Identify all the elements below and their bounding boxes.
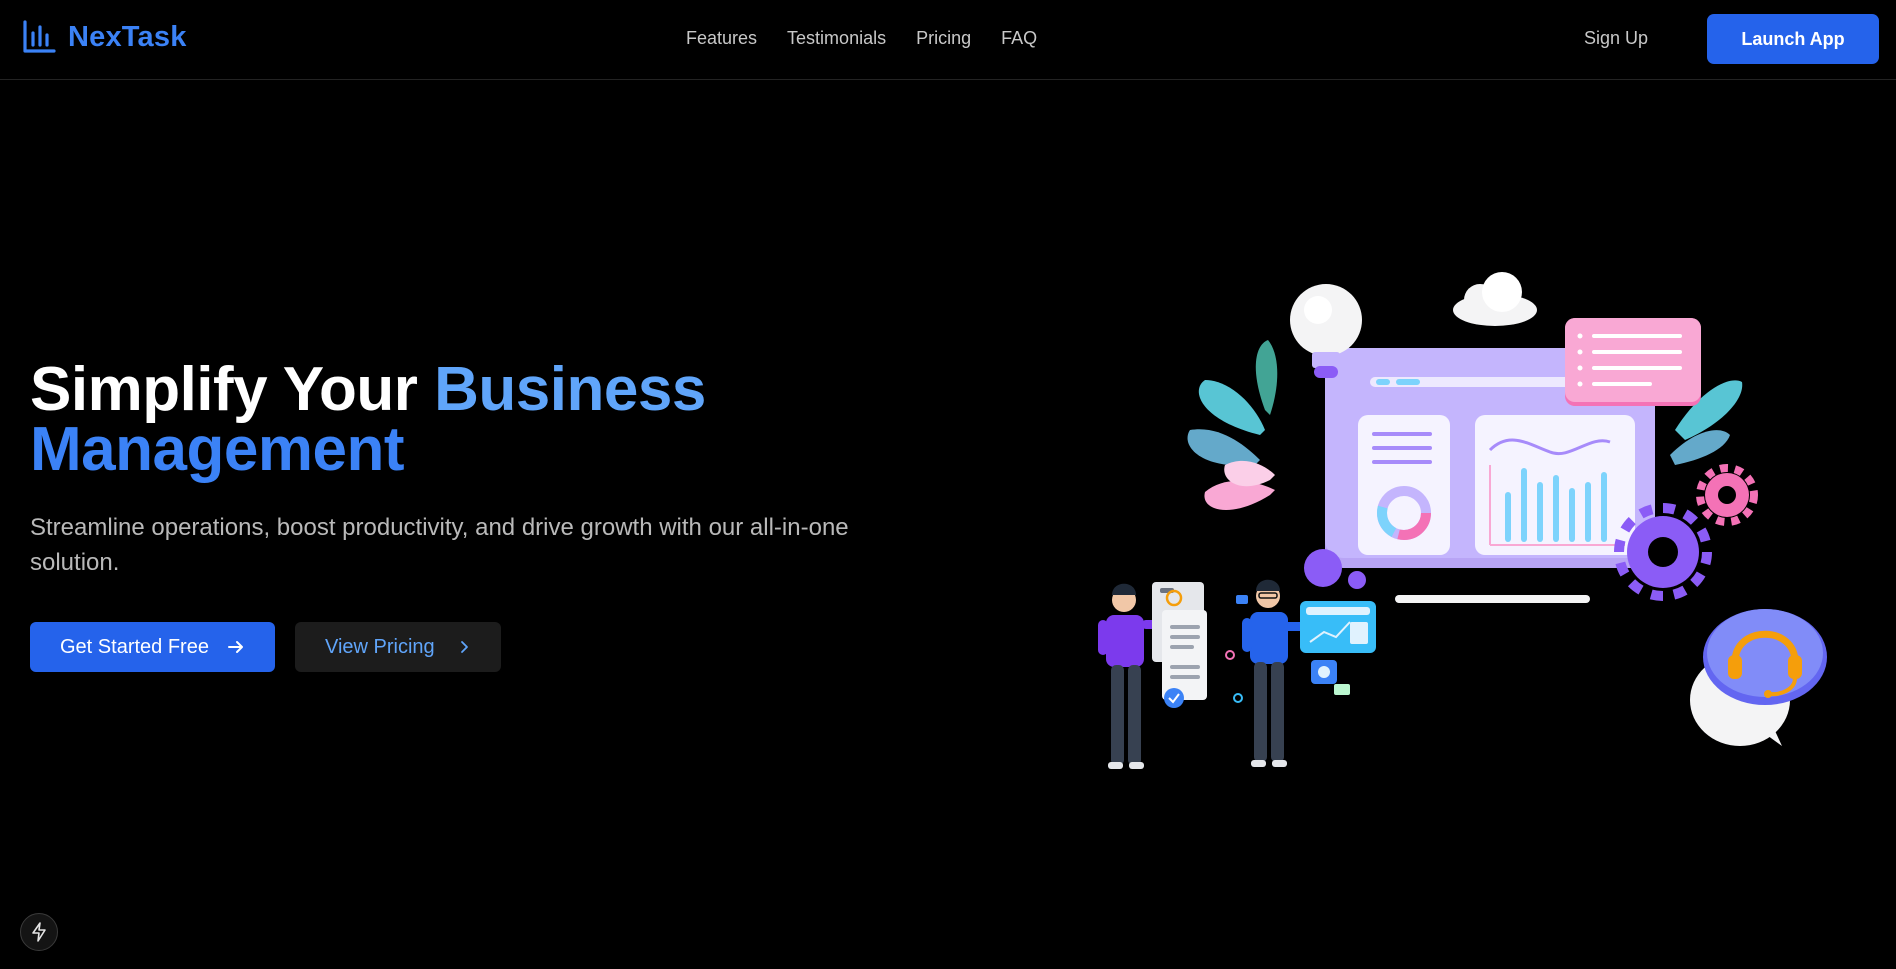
hero-title: Simplify Your Business Management — [30, 359, 930, 481]
get-started-button[interactable]: Get Started Free — [30, 622, 275, 672]
person-right-graphic — [1242, 579, 1304, 767]
nav-link-pricing[interactable]: Pricing — [916, 28, 971, 49]
arrow-right-icon — [227, 641, 243, 653]
lightning-icon — [32, 922, 46, 942]
sign-up-link[interactable]: Sign Up — [1584, 28, 1648, 49]
top-navbar: NexTask Features Testimonials Pricing FA… — [0, 0, 1896, 80]
nav-link-features[interactable]: Features — [686, 28, 757, 49]
quick-action-button[interactable] — [20, 913, 58, 951]
leaves-left-graphic — [1187, 340, 1278, 510]
brand-logo[interactable]: NexTask — [22, 20, 187, 54]
person-left-graphic — [1098, 583, 1160, 769]
cloud-graphic — [1453, 272, 1537, 326]
gear-pink-graphic — [1696, 464, 1758, 526]
main-nav: Features Testimonials Pricing FAQ — [686, 28, 1037, 49]
get-started-label: Get Started Free — [60, 635, 209, 658]
hero-title-part1: Simplify Your — [30, 355, 435, 424]
hero-illustration — [1080, 270, 1840, 790]
note-card-graphic — [1565, 318, 1701, 406]
brand-name: NexTask — [68, 20, 187, 53]
nav-link-testimonials[interactable]: Testimonials — [787, 28, 886, 49]
launch-app-button[interactable]: Launch App — [1707, 14, 1879, 64]
hero-section: Simplify Your Business Management Stream… — [30, 359, 930, 672]
bar-chart-icon — [23, 20, 56, 53]
hero-title-part2: Business — [434, 355, 706, 424]
hero-title-part3: Management — [30, 415, 404, 484]
gear-purple-graphic — [1614, 503, 1712, 601]
view-pricing-button[interactable]: View Pricing — [294, 622, 501, 672]
hero-subtitle: Streamline operations, boost productivit… — [30, 514, 849, 576]
chevron-right-icon — [460, 641, 468, 653]
document-graphic — [1152, 582, 1207, 708]
nav-link-faq[interactable]: FAQ — [1001, 28, 1037, 49]
view-pricing-label: View Pricing — [324, 635, 435, 658]
stylus-graphic — [1395, 595, 1590, 603]
support-bubble-graphic — [1690, 609, 1827, 746]
cta-row: Get Started Free View Pricing — [30, 622, 930, 672]
